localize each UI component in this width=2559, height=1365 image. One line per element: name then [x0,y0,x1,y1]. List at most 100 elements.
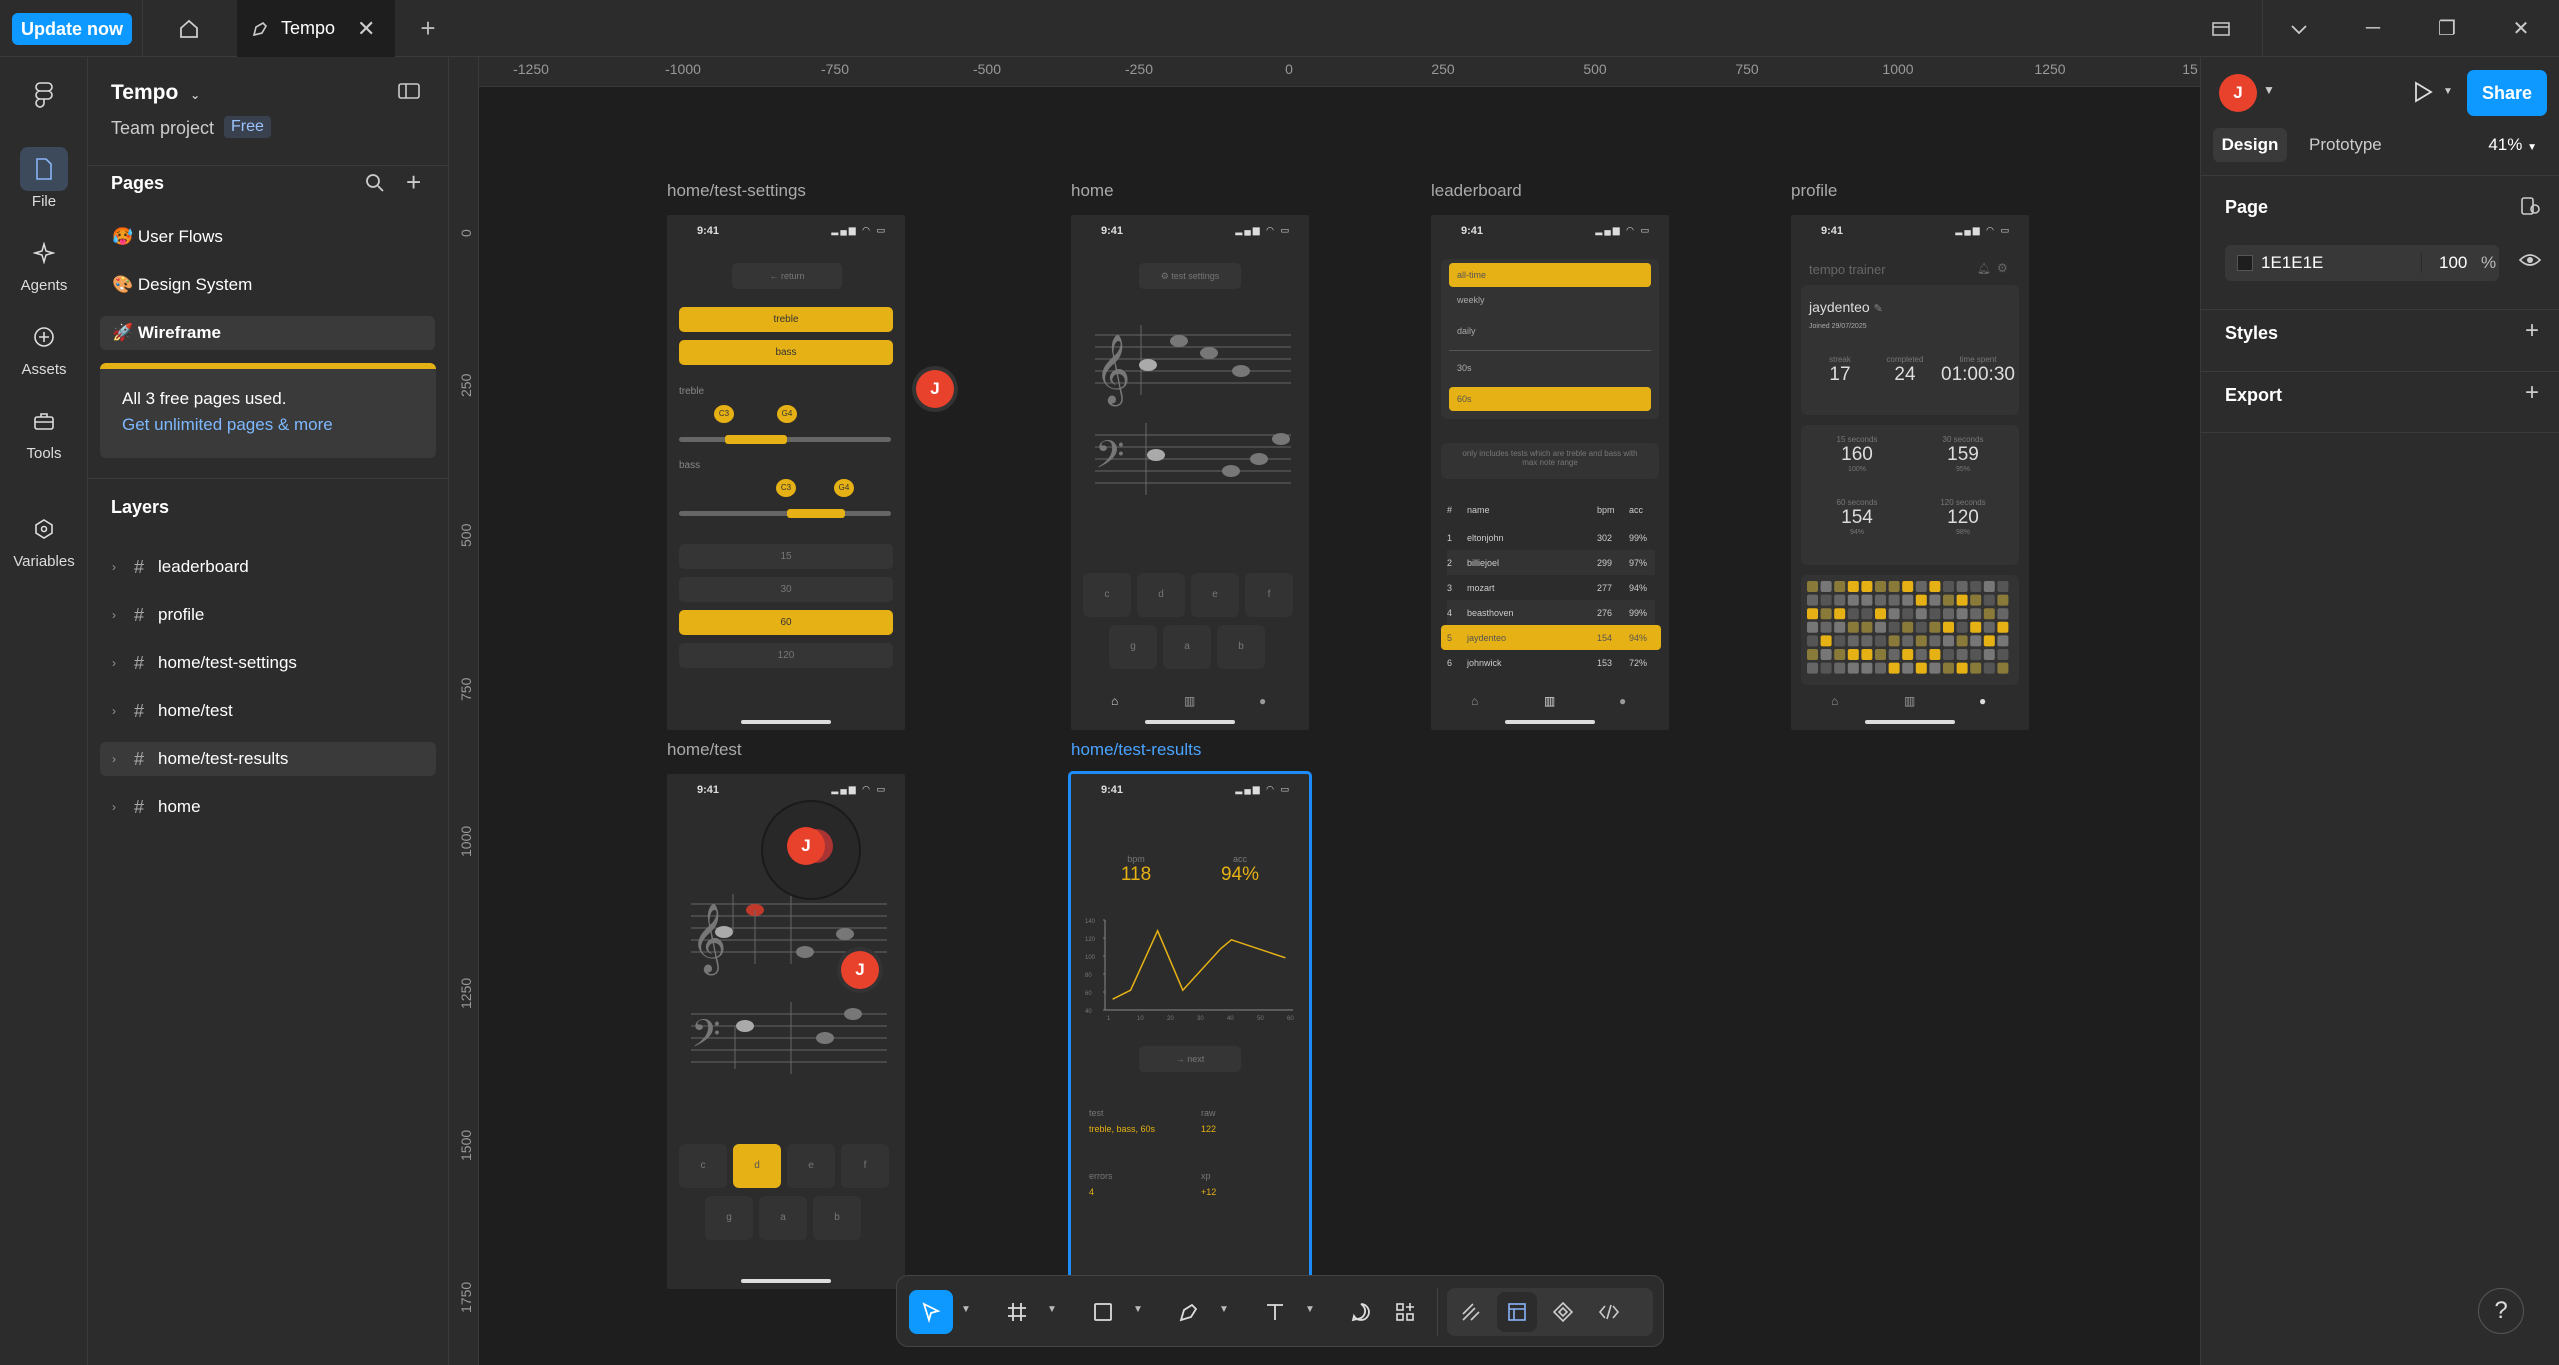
chevron-right-icon[interactable]: › [112,790,120,824]
frame-label[interactable]: home [1071,181,1114,201]
chevron-right-icon[interactable]: › [112,550,120,584]
chevron-down-icon[interactable]: ▼ [1047,1304,1057,1315]
key-c[interactable]: c [1083,573,1131,617]
filter-30s[interactable]: 30s [1457,363,1472,373]
key-g[interactable]: g [705,1196,753,1240]
bass-high-handle[interactable]: G4 [834,479,854,497]
home-tab[interactable] [142,0,236,57]
shape-tool[interactable] [1081,1290,1125,1334]
frame-test[interactable]: 9:41 ▂▄▆ ◠ ▭ 𝄞 𝄢 J J c d e f g a b [667,774,905,1289]
fill-swatch[interactable] [2237,255,2253,271]
key-b[interactable]: b [1217,625,1265,669]
table-row[interactable]: 6 johnwick 153 72% [1447,650,1655,675]
table-row[interactable]: 3 mozart 277 94% [1447,575,1655,600]
fill-opacity[interactable]: 100 [2439,253,2467,273]
minimize-icon[interactable]: ─ [2336,0,2410,57]
eye-icon[interactable] [2518,252,2542,273]
add-export-icon[interactable]: + [2525,379,2539,407]
nav-home-icon[interactable]: ⌂ [1111,694,1118,708]
close-window-icon[interactable]: ✕ [2484,0,2558,57]
key-d-active[interactable]: d [733,1144,781,1188]
search-icon[interactable] [365,173,385,198]
table-row[interactable]: 1 eltonjohn 302 99% [1447,525,1655,550]
return-button[interactable]: ← return [732,263,842,289]
pen-tool[interactable] [1167,1290,1211,1334]
chevron-down-icon[interactable]: ▼ [2443,86,2453,97]
zoom-control[interactable]: 41% ▼ [2488,128,2537,165]
frame-profile[interactable]: 9:41 ▂▄▆ ◠ ▭ tempo trainer 🔔︎ ⚙ jaydenteo… [1791,215,2029,730]
window-panel-icon[interactable] [2184,0,2258,57]
page-item-wireframe[interactable]: 🚀 Wireframe [100,316,435,350]
filter-60s[interactable]: 60s [1449,387,1651,411]
chevron-down-icon[interactable]: ▼ [1305,1304,1315,1315]
rail-file[interactable]: File [0,147,88,210]
nav-leaderboard-icon[interactable]: ▥ [1904,694,1915,708]
key-b[interactable]: b [813,1196,861,1240]
key-f[interactable]: f [1245,573,1293,617]
fill-hex[interactable]: 1E1E1E [2261,253,2323,273]
frame-test-results[interactable]: 9:41 ▂▄▆ ◠ ▭ bpm 118 acc 94% 140 120 100 80 60 4… [1068,771,1312,1297]
nav-profile-icon[interactable]: ● [1259,694,1266,708]
user-avatar[interactable]: J [2219,74,2257,112]
dev-component-mode[interactable] [1543,1292,1583,1332]
rail-assets[interactable]: Assets [0,315,88,378]
chevron-down-icon[interactable]: ▼ [1133,1304,1143,1315]
project-name[interactable]: Tempo ⌄ [111,81,200,105]
chevron-down-icon[interactable]: ▼ [2263,83,2275,97]
key-e[interactable]: e [787,1144,835,1188]
collaborator-avatar[interactable]: J [841,951,879,989]
treble-low-handle[interactable]: C3 [714,405,734,423]
figma-logo-icon[interactable] [26,77,62,118]
key-c[interactable]: c [679,1144,727,1188]
key-a[interactable]: a [759,1196,807,1240]
nav-leaderboard-icon[interactable]: ▥ [1184,694,1195,708]
frame-leaderboard[interactable]: 9:41 ▂▄▆ ◠ ▭ all-time weekly daily 30s 60… [1431,215,1669,730]
collaborator-avatar[interactable]: J [916,370,954,408]
gear-icon[interactable]: ⚙ [1997,261,2008,275]
update-now-button[interactable]: Update now [12,13,132,45]
comment-tool[interactable] [1339,1290,1383,1334]
tab-design[interactable]: Design [2213,128,2287,162]
dev-mode[interactable] [1589,1292,1629,1332]
actions-tool[interactable] [1383,1290,1427,1334]
duration-15-option[interactable]: 15 [679,544,893,569]
nav-home-icon[interactable]: ⌂ [1831,694,1838,708]
treble-toggle[interactable]: treble [679,307,893,332]
chevron-right-icon[interactable]: › [112,646,120,680]
draw-mode[interactable] [1451,1292,1491,1332]
page-fill-row[interactable]: 1E1E1E 100 % [2225,245,2499,281]
rail-agents[interactable]: Agents [0,231,88,294]
add-page-icon[interactable]: + [406,167,421,198]
frame-label[interactable]: home/test [667,740,742,760]
table-row[interactable]: 2 billiejoel 299 97% [1447,550,1655,575]
frame-label[interactable]: home/test-results [1071,740,1201,760]
bell-icon[interactable]: 🔔︎ [1977,262,1991,275]
key-f[interactable]: f [841,1144,889,1188]
filter-all-time[interactable]: all-time [1449,263,1651,287]
design-mode[interactable] [1497,1292,1537,1332]
help-button[interactable]: ? [2478,1288,2524,1334]
restore-icon[interactable]: ❐ [2410,0,2484,57]
test-settings-button[interactable]: ⚙ test settings [1139,263,1241,289]
key-e[interactable]: e [1191,573,1239,617]
layer-item[interactable]: › # profile [100,598,436,632]
sidebar-toggle-icon[interactable] [398,83,420,104]
table-row[interactable]: 4 beasthoven 276 99% [1447,600,1655,625]
frame-home[interactable]: 9:41 ▂▄▆ ◠ ▭ ⚙ test settings 𝄞 𝄢 c d e f … [1071,215,1309,730]
chevron-down-icon[interactable]: ▼ [1219,1304,1229,1315]
frame-tool[interactable] [995,1290,1039,1334]
next-button[interactable]: → next [1139,1046,1241,1072]
rail-tools[interactable]: Tools [0,399,88,462]
layer-item[interactable]: › # home/test-results [100,742,436,776]
collaborator-avatar[interactable]: J [787,827,825,865]
page-item-user-flows[interactable]: 🥵 User Flows [100,220,435,254]
nav-profile-icon[interactable]: ● [1979,694,1986,708]
edit-icon[interactable]: ✎ [1874,303,1883,315]
bass-range-track[interactable] [679,511,891,516]
layer-item[interactable]: › # leaderboard [100,550,436,584]
nav-profile-icon[interactable]: ● [1619,694,1626,708]
key-a[interactable]: a [1163,625,1211,669]
chevron-right-icon[interactable]: › [112,598,120,632]
filter-daily[interactable]: daily [1457,326,1476,336]
page-item-design-system[interactable]: 🎨 Design System [100,268,435,302]
